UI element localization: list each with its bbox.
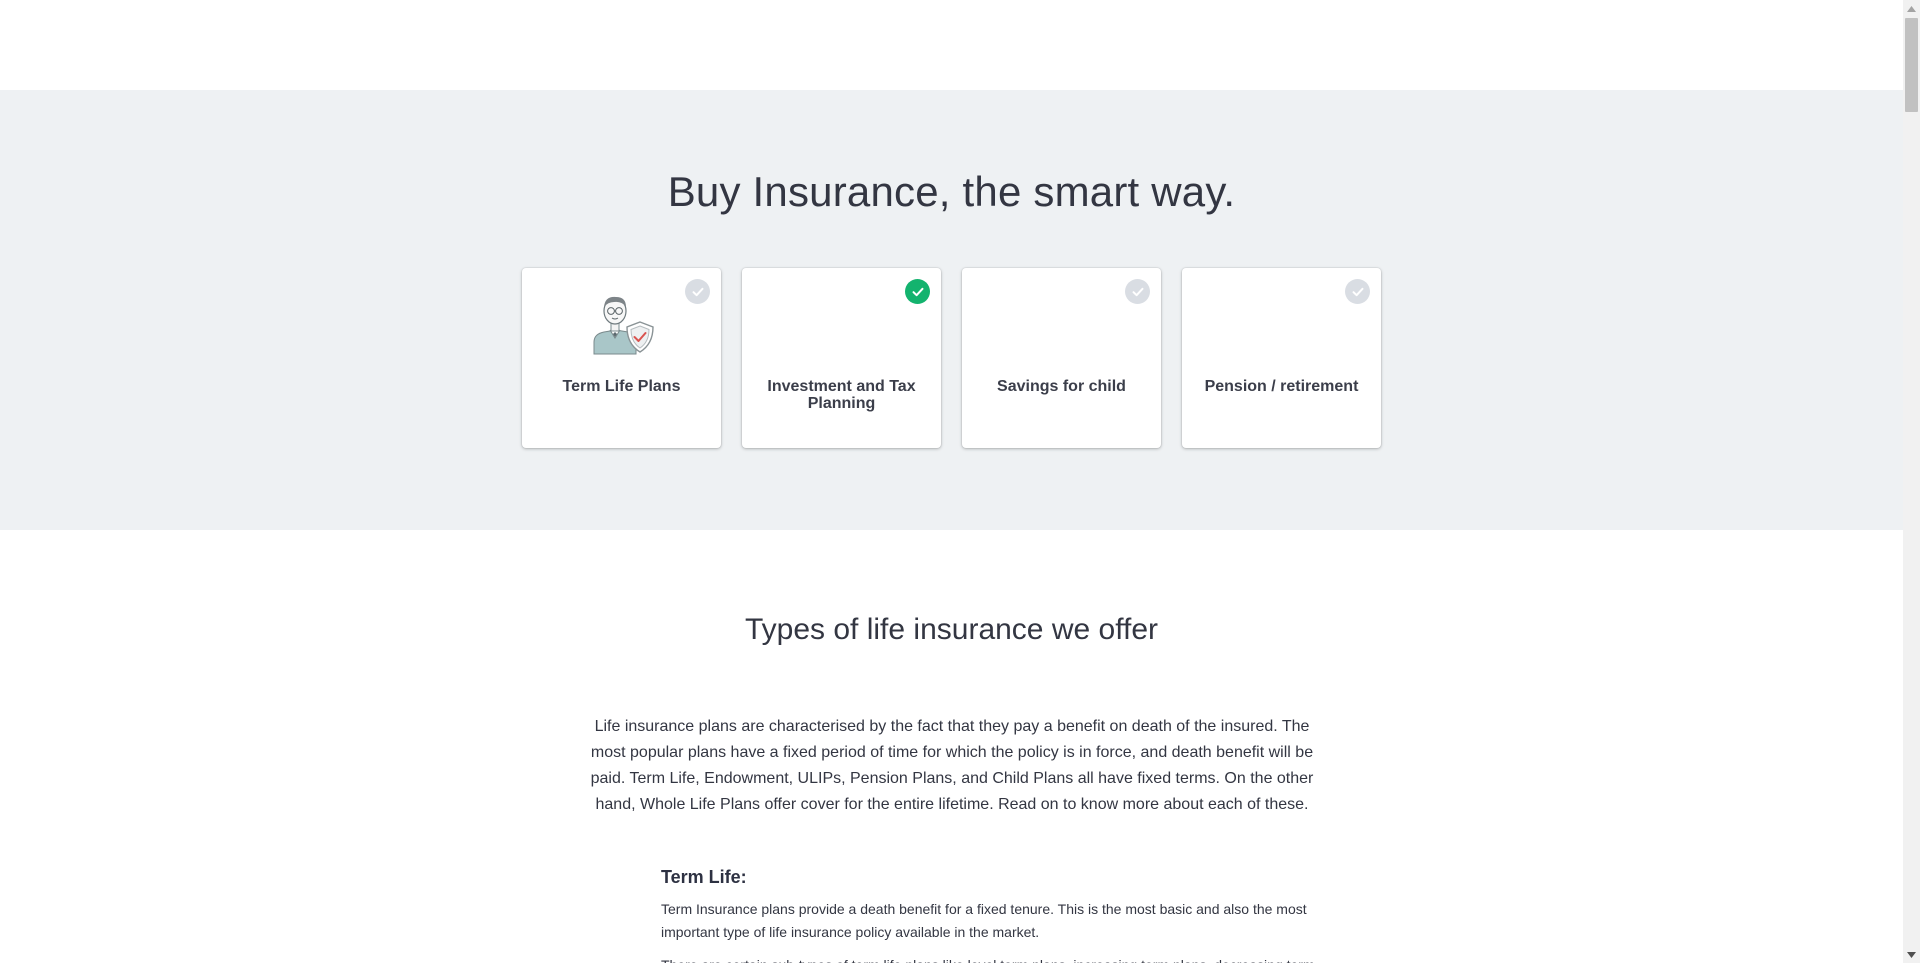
plan-card-pension-retirement[interactable]: Pension / retirement [1182, 268, 1381, 448]
plan-card-label: Investment and Tax Planning [767, 378, 916, 412]
plan-card-term-life[interactable]: Term Life Plans [522, 268, 721, 448]
plan-card-label: Pension / retirement [1204, 378, 1359, 395]
term-life-heading: Term Life: [661, 867, 747, 887]
scroll-down-arrow-icon[interactable] [1903, 946, 1920, 963]
term-life-paragraph-2: There are certain sub-types of term life… [661, 954, 1321, 963]
page: Buy Insurance, the smart way. Term Life … [0, 0, 1903, 963]
check-icon [685, 279, 710, 304]
scrollbar-thumb[interactable] [1905, 18, 1918, 112]
section-intro: Life insurance plans are characterised b… [590, 718, 1314, 813]
hero-title: Buy Insurance, the smart way. [667, 168, 1236, 215]
plan-card-savings-child[interactable]: Savings for child [962, 268, 1161, 448]
check-icon [905, 279, 930, 304]
term-life-paragraph: Term Insurance plans provide a death ben… [661, 901, 1307, 940]
check-icon [1345, 279, 1370, 304]
section-title: Types of life insurance we offer [745, 613, 1158, 646]
plan-card-label: Term Life Plans [562, 378, 681, 395]
plan-card-investment-tax[interactable]: Investment and Tax Planning [742, 268, 941, 448]
vertical-scrollbar[interactable] [1903, 0, 1920, 963]
check-icon [1125, 279, 1150, 304]
plan-card-label: Savings for child [997, 378, 1126, 395]
scroll-up-arrow-icon[interactable] [1903, 0, 1920, 17]
term-life-illustration-icon [593, 296, 654, 355]
plan-cards: Term Life Plans Investment and Tax Plann… [522, 268, 1381, 448]
hero-section: Buy Insurance, the smart way. Term Life … [0, 90, 1903, 530]
top-bar [0, 0, 1903, 90]
life-insurance-types-section: Types of life insurance we offer Life in… [0, 530, 1903, 963]
